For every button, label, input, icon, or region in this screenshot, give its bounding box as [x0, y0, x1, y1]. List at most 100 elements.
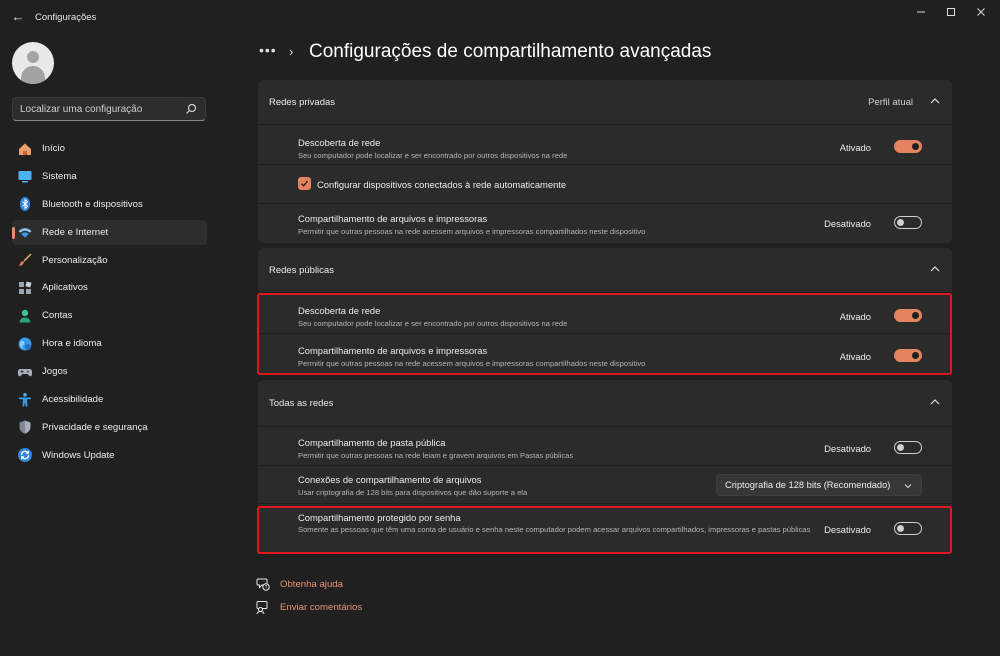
- encryption-dropdown[interactable]: Criptografia de 128 bits (Recomendado): [716, 474, 922, 496]
- sidebar-item-hora-idioma[interactable]: Hora e idioma: [12, 331, 207, 356]
- auto-setup-checkbox[interactable]: [298, 177, 311, 190]
- sidebar-item-sistema[interactable]: Sistema: [12, 164, 207, 189]
- setting-title: Conexões de compartilhamento de arquivos: [298, 474, 482, 485]
- private-network-discovery-toggle[interactable]: [894, 140, 922, 153]
- setting-description: Somente as pessoas que têm uma conta de …: [298, 525, 811, 534]
- setting-description: Permitir que outras pessoas na rede aces…: [298, 227, 646, 236]
- sidebar-item-label: Contas: [42, 310, 73, 322]
- breadcrumb-chevron-icon: ›: [289, 44, 294, 59]
- setting-title: Descoberta de rede: [298, 305, 381, 316]
- sidebar-item-label: Bluetooth e dispositivos: [42, 198, 143, 210]
- sidebar-item-privacidade[interactable]: Privacidade e segurança: [12, 415, 207, 440]
- search-icon[interactable]: [185, 103, 197, 115]
- avatar-body: [21, 66, 45, 84]
- maximize-button[interactable]: [938, 4, 964, 20]
- home-icon: [17, 141, 33, 157]
- title-bar: ← Configurações: [0, 0, 1000, 34]
- help-icon: ?: [256, 578, 270, 591]
- breadcrumb-more-button[interactable]: •••: [259, 42, 277, 58]
- setting-description: Seu computador pode localizar e ser enco…: [298, 151, 568, 160]
- sidebar-item-jogos[interactable]: Jogos: [12, 359, 207, 384]
- send-feedback-link[interactable]: Enviar comentários: [256, 600, 362, 614]
- toggle-status: Desativado: [824, 524, 871, 535]
- public-network-discovery-toggle[interactable]: [894, 309, 922, 322]
- chevron-up-icon[interactable]: [928, 94, 942, 108]
- sidebar-item-label: Privacidade e segurança: [42, 421, 148, 433]
- close-icon: [977, 8, 985, 16]
- update-icon: [17, 447, 33, 463]
- dropdown-selected-value: Criptografia de 128 bits (Recomendado): [725, 480, 891, 490]
- sidebar-item-aplicativos[interactable]: Aplicativos: [12, 275, 207, 300]
- private-file-sharing-toggle[interactable]: [894, 216, 922, 229]
- avatar[interactable]: [12, 42, 54, 84]
- sidebar-item-inicio[interactable]: Início: [12, 136, 207, 161]
- sidebar-item-label: Aplicativos: [42, 282, 88, 294]
- toggle-status: Ativado: [839, 142, 871, 153]
- public-file-sharing-row: Compartilhamento de arquivos e impressor…: [258, 333, 952, 374]
- checkbox-label: Configurar dispositivos conectados à red…: [317, 179, 567, 190]
- public-networks-header[interactable]: Redes públicas: [258, 248, 952, 292]
- private-networks-card: Redes privadas Perfil atual Descoberta d…: [258, 80, 952, 243]
- private-networks-header[interactable]: Redes privadas Perfil atual: [258, 80, 952, 124]
- sidebar-item-contas[interactable]: Contas: [12, 303, 207, 328]
- apps-icon: [17, 280, 33, 296]
- sidebar-item-bluetooth[interactable]: Bluetooth e dispositivos: [12, 192, 207, 217]
- chevron-down-icon: [904, 484, 912, 489]
- brush-icon: [17, 252, 33, 268]
- globe-icon: [17, 336, 33, 352]
- section-title: Redes públicas: [269, 265, 334, 276]
- sidebar-item-label: Início: [42, 143, 65, 154]
- search-box[interactable]: [12, 97, 206, 121]
- section-title: Redes privadas: [269, 97, 336, 108]
- app-title: Configurações: [35, 12, 97, 23]
- svg-text:?: ?: [265, 585, 268, 591]
- setting-title: Compartilhamento de pasta pública: [298, 437, 446, 448]
- accessibility-icon: [17, 392, 33, 408]
- toggle-knob: [912, 143, 919, 150]
- minimize-icon: [917, 11, 925, 13]
- chevron-up-icon[interactable]: [928, 395, 942, 409]
- sidebar-item-label: Jogos: [42, 366, 68, 378]
- shield-icon: [17, 419, 33, 435]
- file-sharing-connections-row: Conexões de compartilhamento de arquivos…: [258, 465, 952, 503]
- sidebar-item-label: Acessibilidade: [42, 394, 104, 406]
- auto-setup-row: Configurar dispositivos conectados à red…: [258, 164, 952, 203]
- toggle-knob: [897, 444, 904, 451]
- public-folder-sharing-toggle[interactable]: [894, 441, 922, 454]
- section-title: Todas as redes: [269, 398, 334, 409]
- toggle-status: Ativado: [839, 311, 871, 322]
- sidebar-item-acessibilidade[interactable]: Acessibilidade: [12, 387, 207, 412]
- public-folder-sharing-row: Compartilhamento de pasta pública Permit…: [258, 426, 952, 465]
- toggle-knob: [897, 525, 904, 532]
- get-help-label: Obtenha ajuda: [280, 578, 343, 590]
- page-title: Configurações de compartilhamento avança…: [309, 41, 712, 62]
- bluetooth-icon: [17, 196, 33, 212]
- current-profile-label: Perfil atual: [868, 97, 913, 108]
- sidebar-item-label: Personalização: [42, 254, 108, 266]
- all-networks-header[interactable]: Todas as redes: [258, 380, 952, 426]
- back-button[interactable]: ←: [8, 6, 28, 26]
- sidebar-item-personalizacao[interactable]: Personalização: [12, 248, 207, 273]
- get-help-link[interactable]: ? Obtenha ajuda: [256, 577, 343, 591]
- public-file-sharing-toggle[interactable]: [894, 349, 922, 362]
- sidebar-item-rede-internet[interactable]: Rede e Internet: [12, 219, 207, 245]
- close-button[interactable]: [968, 4, 994, 20]
- maximize-icon: [947, 8, 955, 16]
- setting-title: Compartilhamento de arquivos e impressor…: [298, 213, 488, 224]
- checkmark-icon: [301, 180, 309, 187]
- minimize-button[interactable]: [908, 4, 934, 20]
- sidebar-nav: Início Sistema Bluetooth e dispositivos …: [12, 136, 207, 471]
- chevron-up-icon[interactable]: [928, 262, 942, 276]
- password-protected-sharing-toggle[interactable]: [894, 522, 922, 535]
- feedback-icon: [256, 601, 268, 614]
- wifi-icon: [17, 224, 33, 240]
- setting-description: Permitir que outras pessoas na rede leia…: [298, 451, 574, 460]
- public-networks-card: Redes públicas Descoberta de rede Seu co…: [258, 248, 952, 374]
- sidebar-item-label: Hora e idioma: [42, 338, 102, 350]
- sidebar-item-windows-update[interactable]: Windows Update: [12, 443, 207, 468]
- search-input[interactable]: [13, 98, 183, 120]
- toggle-status: Desativado: [824, 218, 871, 229]
- sidebar-item-label: Sistema: [42, 170, 77, 182]
- toggle-status: Desativado: [824, 443, 871, 454]
- avatar-head: [27, 51, 39, 63]
